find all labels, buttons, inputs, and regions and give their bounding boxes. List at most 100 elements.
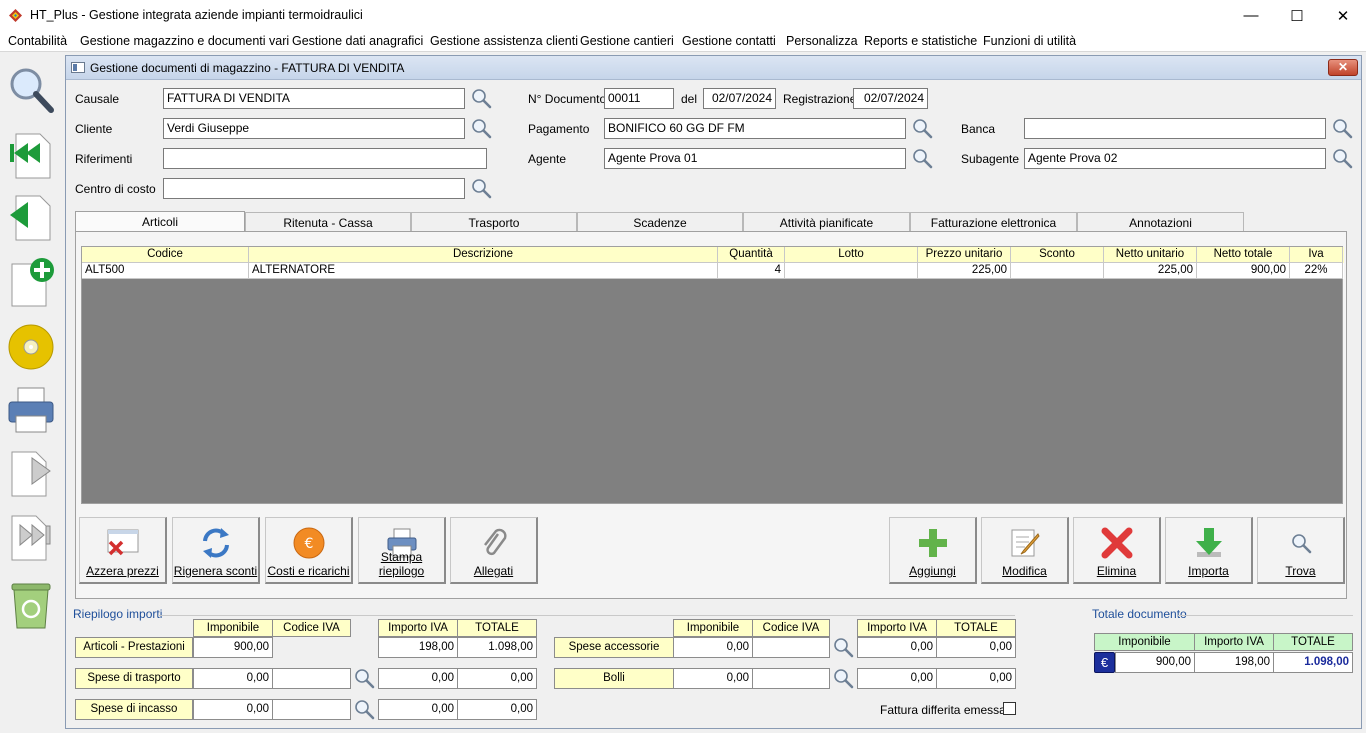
banca-search-icon[interactable] <box>1331 117 1353 139</box>
elimina-button[interactable]: Elimina <box>1073 517 1161 584</box>
rigenera-sconti-button[interactable]: Rigenera sconti <box>172 517 260 584</box>
first-record-icon[interactable] <box>6 130 56 184</box>
cliente-field[interactable]: Verdi Giuseppe <box>163 118 465 139</box>
column-header[interactable]: Netto totale <box>1197 247 1290 263</box>
menu-cantieri[interactable]: Gestione cantieri <box>580 34 674 48</box>
menu-gestione-magazzino[interactable]: Gestione magazzino e documenti vari <box>80 34 289 48</box>
incasso-imponibile[interactable]: 0,00 <box>193 699 273 720</box>
menu-assistenza-clienti[interactable]: Gestione assistenza clienti <box>430 34 578 48</box>
column-header[interactable]: Prezzo unitario <box>918 247 1011 263</box>
accessorie-iva-search-icon[interactable] <box>832 636 854 658</box>
cell-codice[interactable]: ALT500 <box>82 263 249 279</box>
bolli-codice-iva[interactable] <box>752 668 830 689</box>
stampa-riepilogo-button[interactable]: Stampa riepilogo <box>358 517 446 584</box>
registrazione-field[interactable]: 02/07/2024 <box>853 88 928 109</box>
trova-button[interactable]: Trova <box>1257 517 1345 584</box>
subagente-search-icon[interactable] <box>1331 147 1353 169</box>
centro-costo-search-icon[interactable] <box>470 177 492 199</box>
cell-netto-unitario[interactable]: 225,00 <box>1104 263 1197 279</box>
agente-label: Agente <box>528 152 567 166</box>
articoli-importo-iva: 198,00 <box>378 637 458 658</box>
cell-quantita[interactable]: 4 <box>718 263 785 279</box>
menu-contatti[interactable]: Gestione contatti <box>682 34 776 48</box>
cell-lotto[interactable] <box>785 263 918 279</box>
cell-iva[interactable]: 22% <box>1290 263 1343 279</box>
incasso-importo-iva: 0,00 <box>378 699 458 720</box>
euro-currency-icon: € <box>1094 652 1115 673</box>
riferimenti-field[interactable] <box>163 148 487 169</box>
bolli-iva-search-icon[interactable] <box>832 667 854 689</box>
print-icon[interactable] <box>6 384 56 438</box>
menu-reports[interactable]: Reports e statistiche <box>864 34 977 48</box>
column-header[interactable]: Descrizione <box>249 247 718 263</box>
column-header[interactable]: Quantità <box>718 247 785 263</box>
date-field[interactable]: 02/07/2024 <box>703 88 776 109</box>
tab-trasporto[interactable]: Trasporto <box>411 212 577 232</box>
fattura-differita-checkbox[interactable] <box>1003 702 1016 715</box>
search-toolbar-icon[interactable] <box>6 64 56 118</box>
azzera-prezzi-button[interactable]: Azzera prezzi <box>79 517 167 584</box>
trasporto-codice-iva[interactable] <box>272 668 351 689</box>
tab-annotazioni[interactable]: Annotazioni <box>1077 212 1244 232</box>
column-header[interactable]: Netto unitario <box>1104 247 1197 263</box>
modifica-label: Modifica <box>1002 564 1047 578</box>
minimize-button[interactable]: — <box>1228 0 1274 31</box>
accessorie-imponibile[interactable]: 0,00 <box>673 637 753 658</box>
trasporto-imponibile[interactable]: 0,00 <box>193 668 273 689</box>
maximize-button[interactable]: ☐ <box>1274 0 1320 31</box>
tab-articoli[interactable]: Articoli <box>75 211 245 232</box>
tab-attivita[interactable]: Attività pianificate <box>743 212 910 232</box>
banca-field[interactable] <box>1024 118 1326 139</box>
column-header[interactable]: Sconto <box>1011 247 1104 263</box>
incasso-codice-iva[interactable] <box>272 699 351 720</box>
tab-scadenze[interactable]: Scadenze <box>577 212 743 232</box>
column-header[interactable]: Lotto <box>785 247 918 263</box>
subagente-field[interactable]: Agente Prova 02 <box>1024 148 1326 169</box>
menu-dati-anagrafici[interactable]: Gestione dati anagrafici <box>292 34 423 48</box>
menu-contabilita[interactable]: Contabilità <box>8 34 67 48</box>
col-totale: TOTALE <box>457 619 537 637</box>
cell-prezzo-unitario[interactable]: 225,00 <box>918 263 1011 279</box>
cell-descrizione[interactable]: ALTERNATORE <box>249 263 718 279</box>
last-record-icon[interactable] <box>6 512 56 566</box>
accessorie-codice-iva[interactable] <box>752 637 830 658</box>
modifica-button[interactable]: Modifica <box>981 517 1069 584</box>
menu-personalizza[interactable]: Personalizza <box>786 34 858 48</box>
pagamento-field[interactable]: BONIFICO 60 GG DF FM <box>604 118 906 139</box>
bolli-totale: 0,00 <box>936 668 1016 689</box>
aggiungi-button[interactable]: Aggiungi <box>889 517 977 584</box>
allegati-button[interactable]: Allegati <box>450 517 538 584</box>
save-disc-icon[interactable] <box>6 320 56 374</box>
new-record-icon[interactable] <box>6 256 56 310</box>
tab-fatturazione-elettronica[interactable]: Fatturazione elettronica <box>910 212 1077 232</box>
close-document-button[interactable]: ✕ <box>1328 59 1358 76</box>
table-row[interactable]: ALT500 ALTERNATORE 4 225,00 225,00 900,0… <box>82 263 1344 279</box>
column-header[interactable]: Codice <box>82 247 249 263</box>
incasso-iva-search-icon[interactable] <box>353 698 375 720</box>
cell-sconto[interactable] <box>1011 263 1104 279</box>
previous-record-icon[interactable] <box>6 192 56 246</box>
costi-ricarichi-button[interactable]: € Costi e ricarichi <box>265 517 353 584</box>
articles-grid[interactable]: Codice Descrizione Quantità Lotto Prezzo… <box>81 246 1344 504</box>
trasporto-iva-search-icon[interactable] <box>353 667 375 689</box>
bolli-imponibile[interactable]: 0,00 <box>673 668 753 689</box>
importa-button[interactable]: Importa <box>1165 517 1253 584</box>
causale-field[interactable]: FATTURA DI VENDITA <box>163 88 465 109</box>
close-window-button[interactable]: ✕ <box>1320 0 1366 31</box>
next-record-icon[interactable] <box>6 448 56 502</box>
menu-funzioni-utilita[interactable]: Funzioni di utilità <box>983 34 1076 48</box>
cell-netto-totale[interactable]: 900,00 <box>1197 263 1290 279</box>
importa-label: Importa <box>1188 564 1229 578</box>
agente-search-icon[interactable] <box>911 147 933 169</box>
pagamento-search-icon[interactable] <box>911 117 933 139</box>
agente-field[interactable]: Agente Prova 01 <box>604 148 906 169</box>
causale-search-icon[interactable] <box>470 87 492 109</box>
riferimenti-label: Riferimenti <box>75 152 133 166</box>
cliente-search-icon[interactable] <box>470 117 492 139</box>
banca-label: Banca <box>961 122 996 136</box>
ndoc-field[interactable]: 00011 <box>604 88 674 109</box>
tab-ritenuta[interactable]: Ritenuta - Cassa Previdenziale <box>245 212 411 244</box>
centro-costo-field[interactable] <box>163 178 465 199</box>
recycle-bin-icon[interactable] <box>6 578 56 632</box>
column-header[interactable]: Iva <box>1290 247 1343 263</box>
